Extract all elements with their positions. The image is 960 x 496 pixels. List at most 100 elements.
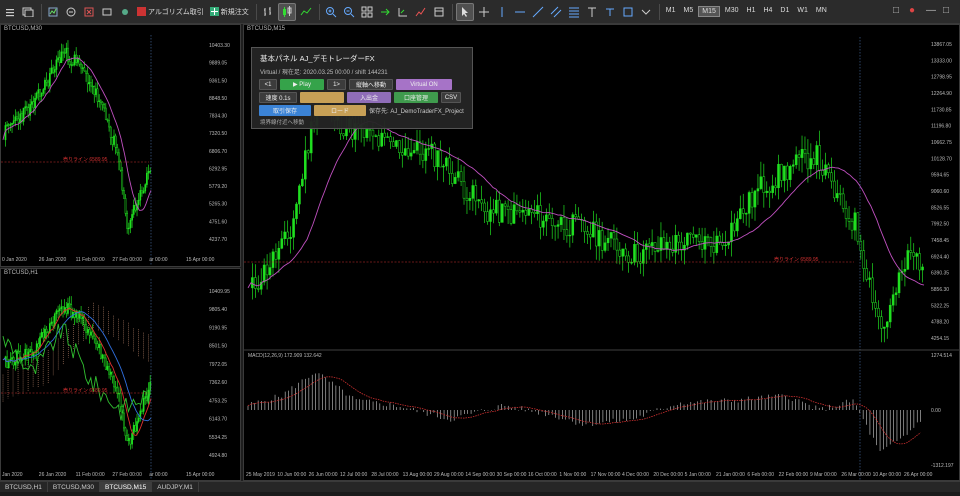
new-chart-icon[interactable] — [45, 3, 61, 21]
candle-body — [768, 190, 771, 193]
tab-btcusd-m15[interactable]: BTCUSD,M15 — [100, 482, 153, 492]
account-button[interactable]: 口座管理 — [394, 92, 438, 103]
tab-btcusd-m30[interactable]: BTCUSD,M30 — [48, 482, 101, 492]
indicators-icon[interactable] — [413, 3, 429, 21]
candle-body — [371, 129, 375, 137]
chikou-line — [2, 323, 152, 421]
candle-body — [70, 64, 73, 66]
virtual-toggle-button[interactable]: Virtual ON — [396, 79, 452, 90]
time-label: ar 00:00 — [149, 472, 168, 478]
tab-btcusd-h1[interactable]: BTCUSD,H1 — [0, 482, 48, 492]
chart-btcusd-m30[interactable]: BTCUSD,M30 売りライン 6589.95 10403.30 9889.05 9… — [0, 24, 241, 267]
terminal-icon[interactable] — [99, 3, 115, 21]
candle-body — [52, 67, 55, 73]
csv-button[interactable]: CSV — [441, 92, 461, 103]
minimize-icon[interactable]: — — [926, 5, 936, 16]
candle-body — [83, 316, 86, 326]
tab-audjpy-m1[interactable]: AUDJPY,M1 — [152, 482, 199, 492]
arrow-dropdown-icon[interactable] — [638, 3, 654, 21]
candle-body — [274, 251, 278, 260]
deposit-button[interactable]: 入出金 — [347, 92, 391, 103]
templates-icon[interactable] — [431, 3, 447, 21]
tile-windows-icon[interactable] — [359, 3, 375, 21]
candle-body — [16, 116, 18, 120]
vertical-line-icon[interactable] — [494, 3, 510, 21]
candle-body — [498, 199, 501, 223]
candle-body — [88, 329, 91, 336]
panel-row-3: 取引保存 ロード 保存先: AJ_DemoTraderFX_Project — [259, 105, 468, 116]
new-order-button[interactable]: 新規注文 — [208, 3, 251, 21]
save-trade-button[interactable]: 取引保存 — [259, 105, 311, 116]
chart-canvas-h1[interactable]: 売りライン 6589.95 10409.95 9805.40 9190.95 8501.… — [1, 269, 241, 481]
candle-body — [421, 153, 425, 161]
algo-trading-button[interactable]: アルゴリズム取引 — [135, 3, 206, 21]
candle-body — [483, 202, 486, 212]
text-tool-icon[interactable] — [584, 3, 600, 21]
timeframe-m5[interactable]: M5 — [681, 6, 697, 17]
trend-line-icon[interactable] — [530, 3, 546, 21]
play-button[interactable]: ▶ Play — [280, 79, 324, 90]
chart-btcusd-h1[interactable]: BTCUSD,H1 売りライン 6589.95 10409.95 9805.40 91… — [0, 268, 241, 481]
candle-body — [129, 219, 132, 229]
candle-body — [44, 328, 46, 339]
candle-body — [12, 120, 15, 124]
chart-canvas-m30[interactable]: 売りライン 6589.95 10403.30 9889.05 9361.50 8848.… — [1, 25, 241, 267]
horizontal-line-icon[interactable] — [512, 3, 528, 21]
navigator-icon[interactable] — [81, 3, 97, 21]
timeframe-m30[interactable]: M30 — [722, 6, 742, 17]
timeframe-mn[interactable]: MN — [813, 6, 830, 17]
menu-icon[interactable] — [2, 3, 18, 21]
channel-icon[interactable] — [548, 3, 564, 21]
timeframe-d1[interactable]: D1 — [777, 6, 792, 17]
sell-line-label: 売りライン 6589.95 — [63, 387, 108, 394]
load-button[interactable]: ロード — [314, 105, 366, 116]
timeframe-m1[interactable]: M1 — [663, 6, 679, 17]
candle-body — [106, 366, 109, 370]
candle-body — [81, 316, 84, 319]
speed-button[interactable]: 速度 0.1s — [259, 92, 297, 103]
time-label: 20 Dec 00:00 — [653, 472, 683, 478]
time-label: 22 Feb 00:00 — [779, 472, 809, 478]
bar-chart-icon[interactable] — [260, 3, 276, 21]
price-label: 7992.50 — [931, 222, 949, 228]
blank-button[interactable] — [300, 92, 344, 103]
candle-body — [453, 177, 457, 184]
candle-chart-icon[interactable] — [277, 2, 296, 21]
zoom-out-icon[interactable] — [341, 3, 357, 21]
candle-body — [306, 150, 310, 154]
timeframe-h4[interactable]: H4 — [760, 6, 775, 17]
candle-body — [131, 433, 133, 445]
line-chart-icon[interactable] — [298, 3, 314, 21]
tester-icon[interactable] — [117, 3, 133, 21]
fibonacci-icon[interactable] — [566, 3, 582, 21]
price-label: 5534.25 — [209, 435, 227, 441]
maximize-icon[interactable]: □ — [943, 5, 949, 16]
restore-window-icon[interactable]: □ — [893, 5, 899, 16]
crosshair-icon[interactable] — [476, 3, 492, 21]
chart-shift-icon[interactable] — [395, 3, 411, 21]
price-label: 13333.00 — [931, 58, 952, 64]
price-label: 7972.05 — [209, 362, 227, 368]
close-window-icon[interactable]: ● — [909, 5, 915, 16]
price-label: 6924.40 — [931, 254, 949, 260]
candle-body — [99, 100, 102, 103]
zoom-in-icon[interactable] — [323, 3, 339, 21]
candle-body — [439, 150, 442, 168]
candle-body — [17, 118, 20, 123]
profiles-icon[interactable] — [20, 3, 36, 21]
market-watch-icon[interactable] — [63, 3, 79, 21]
time-label: 14 Sep 00:00 — [465, 472, 495, 478]
price-label: 7458.45 — [931, 238, 949, 244]
timeframe-m15[interactable]: M15 — [698, 6, 720, 17]
text-label-icon[interactable] — [602, 3, 618, 21]
candle-body — [489, 209, 492, 222]
cursor-icon[interactable] — [455, 2, 474, 21]
shapes-icon[interactable] — [620, 3, 636, 21]
step-forward-button[interactable]: 1> — [327, 79, 346, 90]
step-back-button[interactable]: <1 — [259, 79, 277, 90]
move-axis-button[interactable]: 縦軸へ移動 — [349, 79, 393, 90]
timeframe-w1[interactable]: W1 — [794, 6, 811, 17]
autoscroll-icon[interactable] — [377, 3, 393, 21]
time-label: 28 Jul 00:00 — [371, 472, 398, 478]
timeframe-h1[interactable]: H1 — [744, 6, 759, 17]
